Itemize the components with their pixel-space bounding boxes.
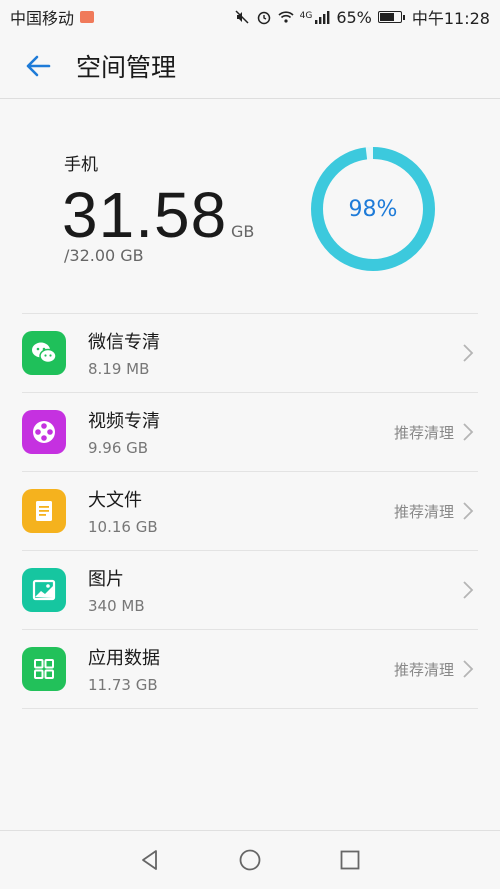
apps-grid-icon: [22, 647, 66, 691]
list-item-title: 应用数据: [88, 648, 160, 669]
list-item-text: 大文件 10.16 GB: [88, 486, 158, 536]
list-item-title: 大文件: [88, 490, 142, 511]
list-item-title: 图片: [88, 569, 124, 590]
list-item-text: 图片 340 MB: [88, 565, 145, 615]
app-bar: 空间管理: [0, 34, 500, 99]
list-item[interactable]: 图片 340 MB: [22, 551, 478, 630]
list-item-text: 视频专清 9.96 GB: [88, 407, 160, 457]
battery-icon: [377, 11, 405, 23]
nav-recents-button[interactable]: [330, 840, 370, 880]
list-item-size: 10.16 GB: [88, 518, 158, 536]
document-icon: [22, 489, 66, 533]
list-item[interactable]: 视频专清 9.96 GB 推荐清理: [22, 393, 478, 472]
nav-home-button[interactable]: [230, 840, 270, 880]
device-label: 手机: [64, 155, 98, 175]
list-item-title: 微信专清: [88, 332, 160, 353]
list-item[interactable]: 应用数据 11.73 GB 推荐清理: [22, 630, 478, 709]
network-type: 4G: [299, 11, 313, 21]
carrier-name: 中国移动: [10, 9, 75, 28]
signal-icon: [315, 11, 330, 24]
status-left: 中国移动: [10, 5, 95, 29]
wifi-icon: [278, 11, 294, 23]
triangle-back-icon: [142, 850, 157, 870]
list-item[interactable]: 微信专清 8.19 MB: [22, 314, 478, 393]
list-item-text: 应用数据 11.73 GB: [88, 644, 160, 694]
list-item[interactable]: 大文件 10.16 GB 推荐清理: [22, 472, 478, 551]
status-right: 4G 65% 中午11:28: [234, 5, 490, 29]
used-size-unit: GB: [231, 222, 255, 241]
chevron-right-icon: [462, 551, 474, 629]
image-icon: [22, 568, 66, 612]
battery-percent: 65%: [336, 7, 372, 27]
list-item-title: 视频专清: [88, 411, 160, 432]
video-reel-icon: [22, 410, 66, 454]
clock: 中午11:28: [411, 9, 490, 28]
chevron-right-icon: [462, 314, 474, 392]
square-recents-icon: [340, 850, 360, 870]
recommend-clean-hint: 推荐清理: [393, 502, 454, 521]
storage-summary: 手机 31.58 GB /32.00 GB 98%: [0, 100, 500, 310]
list-item-text: 微信专清 8.19 MB: [88, 328, 160, 378]
wechat-icon: [22, 331, 66, 375]
back-arrow-icon: [26, 55, 51, 77]
navigation-bar: [0, 830, 500, 889]
chevron-right-icon: [462, 472, 474, 550]
list-item-size: 340 MB: [88, 597, 145, 615]
chevron-right-icon: [462, 393, 474, 471]
list-item-size: 9.96 GB: [88, 439, 149, 457]
category-list: 微信专清 8.19 MB 视频专清 9.96 GB 推荐清理 大文件 10.16 GB 推荐清…: [22, 313, 478, 709]
page-title: 空间管理: [76, 53, 177, 82]
alarm-icon: [257, 11, 270, 25]
back-button[interactable]: [16, 44, 60, 88]
carrier-badge-icon: [80, 11, 95, 23]
chevron-right-icon: [462, 630, 474, 708]
status-bar: 中国移动 4G 65% 中午11:28: [0, 0, 500, 34]
list-item-size: 8.19 MB: [88, 360, 150, 378]
circle-home-icon: [239, 849, 261, 871]
usage-percent: 98%: [348, 196, 398, 222]
recommend-clean-hint: 推荐清理: [393, 660, 454, 679]
nav-back-button[interactable]: [130, 840, 170, 880]
used-size-value: 31.58: [62, 179, 228, 251]
recommend-clean-hint: 推荐清理: [393, 423, 454, 442]
list-item-size: 11.73 GB: [88, 676, 158, 694]
mute-icon: [235, 10, 249, 24]
total-size: /32.00 GB: [64, 246, 144, 265]
screen: 中国移动 4G 65% 中午11:28 空间管理 手机 31.58 GB /32…: [0, 0, 500, 889]
